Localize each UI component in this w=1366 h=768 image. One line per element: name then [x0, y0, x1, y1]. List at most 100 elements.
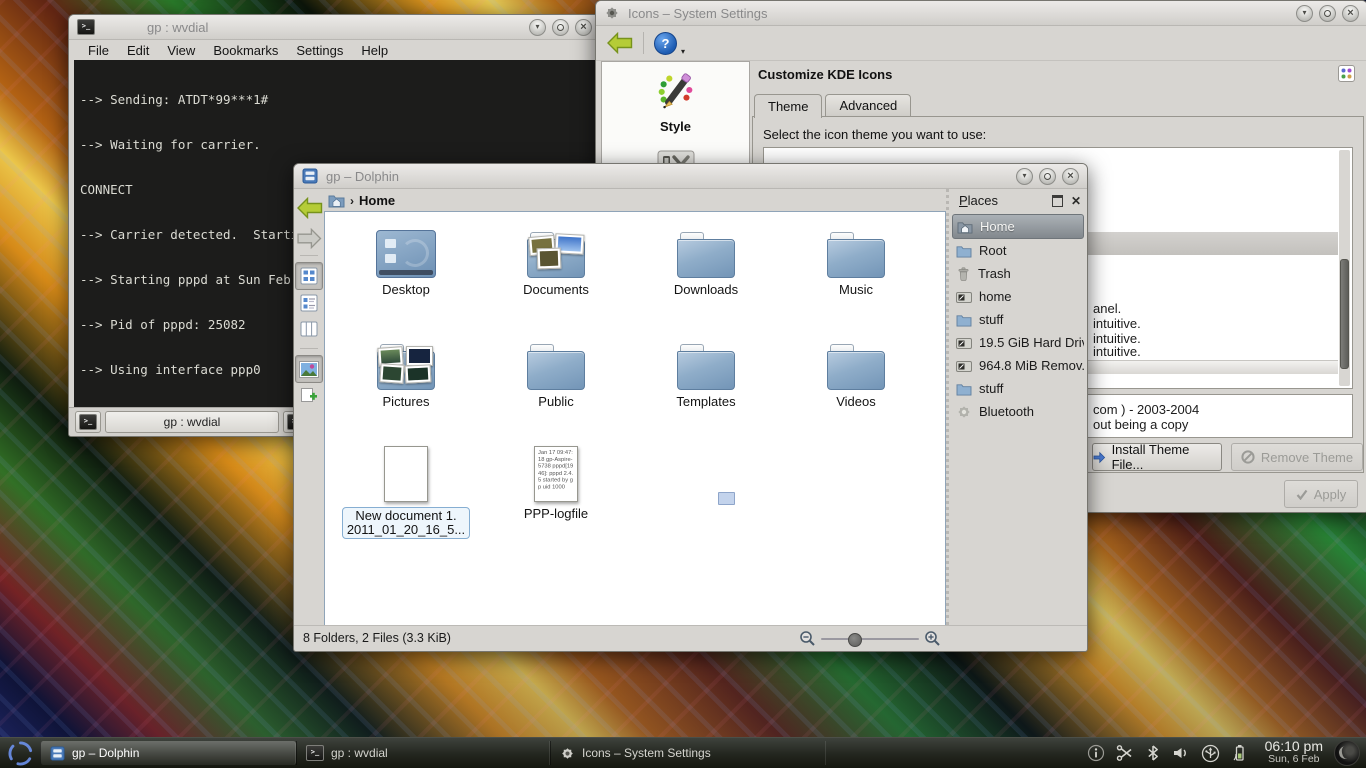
columns-view-icon: [300, 320, 318, 338]
clipboard-scissors-icon[interactable]: [1116, 744, 1134, 762]
places-item-stuff[interactable]: stuff: [952, 308, 1084, 331]
minimize-button[interactable]: ▾: [1016, 168, 1033, 185]
details-view-button[interactable]: [296, 290, 322, 316]
back-button[interactable]: [296, 197, 323, 219]
menu-settings[interactable]: Settings: [287, 43, 352, 58]
file-item-documents[interactable]: Documents: [481, 220, 631, 332]
task-konsole[interactable]: gp : wvdial: [296, 741, 550, 765]
scrollbar-thumb[interactable]: [1340, 259, 1349, 370]
menu-bookmarks[interactable]: Bookmarks: [204, 43, 287, 58]
preview-toggle-button[interactable]: [295, 355, 323, 383]
terminal-icon: [306, 745, 324, 761]
back-button[interactable]: [606, 32, 633, 54]
file-item-ppp-logfile[interactable]: Jan 17 09:47:18 gp-Aspire-5738 pppd[1946…: [481, 444, 631, 556]
file-manager-icon: [50, 746, 65, 761]
breadcrumb-home[interactable]: Home: [359, 193, 395, 208]
zoom-slider[interactable]: [821, 638, 919, 640]
dolphin-titlebar[interactable]: gp – Dolphin ▾ ×: [294, 164, 1087, 189]
file-item-downloads[interactable]: Downloads: [631, 220, 781, 332]
file-item-new-document[interactable]: New document 1. 2011_01_20_16_5...: [331, 444, 481, 556]
menu-file[interactable]: File: [79, 43, 118, 58]
usb-device-icon[interactable]: [1201, 744, 1220, 763]
menu-edit[interactable]: Edit: [118, 43, 158, 58]
install-theme-button[interactable]: Install Theme File...: [1092, 443, 1222, 471]
folder-icon: [677, 232, 735, 278]
menu-help[interactable]: Help: [352, 43, 397, 58]
panel-toolbox-cashew[interactable]: [1334, 740, 1360, 766]
tab-advanced[interactable]: Advanced: [825, 94, 911, 116]
split-view-button[interactable]: [296, 383, 322, 409]
sidebar-item-style[interactable]: Style: [655, 70, 697, 134]
file-item-pictures[interactable]: Pictures: [331, 332, 481, 444]
zoom-in-icon[interactable]: [924, 630, 941, 647]
zoom-slider-handle[interactable]: [848, 633, 862, 647]
minimize-button[interactable]: ▾: [529, 19, 546, 36]
places-item-label: Bluetooth: [979, 404, 1034, 419]
places-item-label: 19.5 GiB Hard Drive: [979, 335, 1084, 350]
places-item-stuff-2[interactable]: stuff: [952, 377, 1084, 400]
task-system-settings[interactable]: Icons – System Settings: [550, 741, 826, 765]
maximize-button[interactable]: [1319, 5, 1336, 22]
bluetooth-icon[interactable]: [1145, 744, 1161, 762]
maximize-button[interactable]: [1039, 168, 1056, 185]
scrollbar[interactable]: [1339, 150, 1350, 386]
folder-icon: [956, 313, 972, 327]
places-item-home[interactable]: Home: [952, 214, 1084, 239]
clock-time: 06:10 pm: [1265, 740, 1323, 753]
forward-button[interactable]: [297, 228, 322, 249]
terminal-title: gp : wvdial: [147, 20, 208, 35]
battery-icon[interactable]: [1231, 744, 1249, 762]
maximize-button[interactable]: [552, 19, 569, 36]
file-item-label: Desktop: [382, 283, 430, 297]
places-item-label: 964.8 MiB Remov...: [979, 358, 1084, 373]
file-manager-icon: [302, 168, 318, 184]
places-item-bluetooth[interactable]: Bluetooth: [952, 400, 1084, 423]
help-button[interactable]: [654, 32, 677, 55]
zoom-out-icon[interactable]: [799, 630, 816, 647]
digital-clock[interactable]: 06:10 pm Sun, 6 Feb: [1265, 740, 1323, 766]
breadcrumb: › Home: [328, 191, 395, 210]
volume-icon[interactable]: [1172, 744, 1190, 762]
places-item-home-partition[interactable]: home: [952, 285, 1084, 308]
places-item-hard-drive[interactable]: 19.5 GiB Hard Drive: [952, 331, 1084, 354]
close-panel-icon[interactable]: ✕: [1071, 195, 1081, 207]
file-item-label: Templates: [676, 395, 735, 409]
remove-theme-button[interactable]: Remove Theme: [1231, 443, 1363, 471]
file-item-desktop[interactable]: Desktop: [331, 220, 481, 332]
dolphin-title: gp – Dolphin: [326, 169, 399, 184]
system-settings-titlebar[interactable]: Icons – System Settings ▾ ×: [596, 1, 1366, 26]
close-button[interactable]: ×: [1062, 168, 1079, 185]
folder-icon: [827, 344, 885, 390]
places-item-trash[interactable]: Trash: [952, 262, 1084, 285]
toolbar-separator: [300, 255, 318, 256]
tab-theme[interactable]: Theme: [754, 94, 822, 118]
close-button[interactable]: ×: [575, 19, 592, 36]
tab-strip: Theme Advanced: [754, 94, 914, 116]
dolphin-file-view[interactable]: Desktop Documents Downloads Music: [324, 211, 946, 626]
folder-previews-icon: [377, 344, 435, 390]
apply-button[interactable]: Apply: [1284, 480, 1358, 508]
icons-view-button[interactable]: [295, 262, 323, 290]
drive-icon: [956, 336, 972, 349]
trash-icon: [956, 266, 971, 282]
task-dolphin[interactable]: gp – Dolphin: [40, 741, 296, 765]
terminal-tab[interactable]: gp : wvdial: [105, 411, 279, 433]
terminal-icon: [77, 19, 95, 35]
desktop-folder-icon: [376, 230, 436, 278]
app-launcher-button[interactable]: [0, 738, 40, 768]
close-button[interactable]: ×: [1342, 5, 1359, 22]
minimize-button[interactable]: ▾: [1296, 5, 1313, 22]
file-item-videos[interactable]: Videos: [781, 332, 931, 444]
new-tab-button[interactable]: [75, 411, 101, 433]
menu-view[interactable]: View: [158, 43, 204, 58]
info-icon[interactable]: [1087, 744, 1105, 762]
float-panel-icon[interactable]: [1052, 195, 1063, 207]
file-item-templates[interactable]: Templates: [631, 332, 781, 444]
places-item-removable[interactable]: 964.8 MiB Remov...: [952, 354, 1084, 377]
places-item-root[interactable]: Root: [952, 239, 1084, 262]
file-item-music[interactable]: Music: [781, 220, 931, 332]
file-item-public[interactable]: Public: [481, 332, 631, 444]
columns-view-button[interactable]: [296, 316, 322, 342]
file-item-label: Documents: [523, 283, 589, 297]
terminal-titlebar[interactable]: gp : wvdial ▾ ×: [69, 15, 600, 40]
